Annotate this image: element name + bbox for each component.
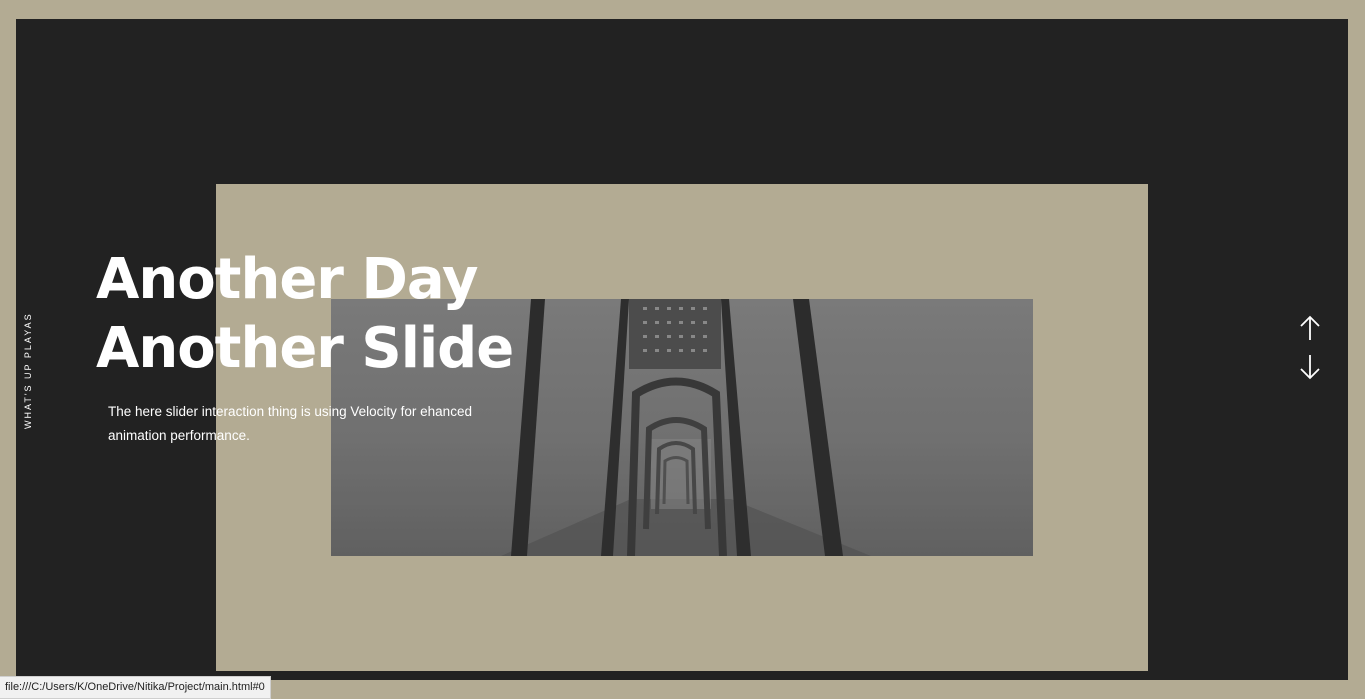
slide-headline: Another Day Another Slide <box>96 245 514 383</box>
arrow-down-icon <box>1300 355 1320 380</box>
slider-frame: WHAT'S UP PLAYAS Another Day Another Sli… <box>16 19 1348 680</box>
browser-status-bar-url: file:///C:/Users/K/OneDrive/Nitika/Proje… <box>0 676 271 699</box>
vertical-side-caption: WHAT'S UP PLAYAS <box>23 312 33 429</box>
previous-slide-button[interactable] <box>1298 313 1322 343</box>
slide-description: The here slider interaction thing is usi… <box>108 404 472 443</box>
arrow-up-icon <box>1300 315 1320 340</box>
headline-line-1: Another Day <box>96 247 478 312</box>
next-slide-button[interactable] <box>1298 352 1322 382</box>
headline-line-2: Another Slide <box>96 316 514 381</box>
